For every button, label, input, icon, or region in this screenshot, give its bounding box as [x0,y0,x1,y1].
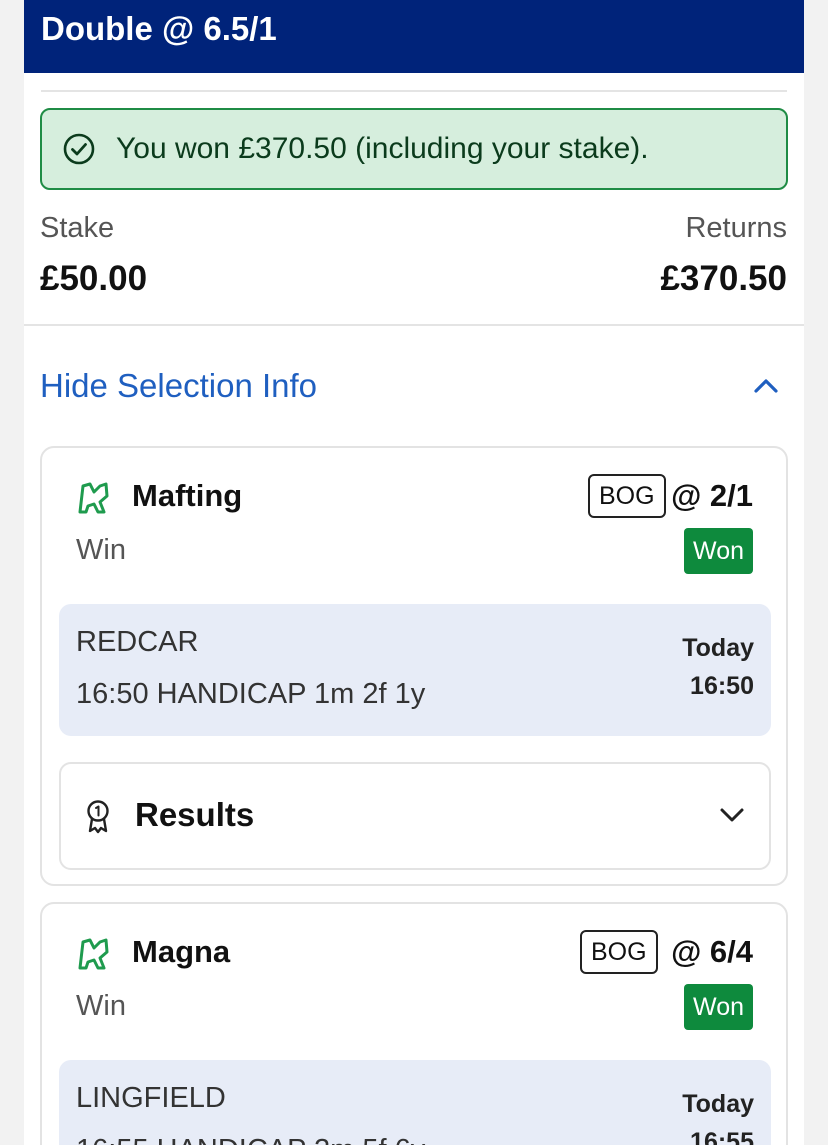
event-day: Today [682,634,754,662]
status-badge: Won [684,984,753,1030]
results-label: Results [135,796,255,833]
runner-name: Mafting [132,478,243,513]
venue-name: REDCAR [76,626,199,658]
venue-name: LINGFIELD [76,1082,226,1114]
stake-label: Stake [40,212,115,244]
selection-odds: @ 6/4 [671,934,753,969]
divider [24,324,804,326]
bet-type: Win [76,534,126,566]
event-time: 16:55 [690,1128,754,1145]
race-name: 16:50 HANDICAP 1m 2f 1y [76,678,426,710]
check-circle-icon [63,133,95,165]
selection-card: Mafting BOG @ 2/1 Win Won REDCAR 16:50 H… [40,446,788,886]
event-day: Today [682,1090,754,1118]
rosette-icon [87,800,109,834]
runner-name: Magna [132,934,231,969]
event-time: 16:50 [690,672,754,700]
chevron-up-icon [754,379,778,393]
event-info: LINGFIELD 16:55 HANDICAP 2m 5f 6y Today … [59,1060,771,1145]
selection-card: Magna BOG @ 6/4 Win Won LINGFIELD 16:55 … [40,902,788,1145]
chevron-down-icon [720,808,744,822]
event-info: REDCAR 16:50 HANDICAP 1m 2f 1y Today 16:… [59,604,771,736]
bet-detail-panel: Double @ 6.5/1 You won £370.50 (includin… [24,0,804,1145]
bog-badge: BOG [580,930,658,974]
divider [41,90,787,92]
returns-value: £370.50 [660,259,787,298]
win-banner: You won £370.50 (including your stake). [40,108,788,190]
selection-odds: @ 2/1 [671,478,753,513]
bog-badge: BOG [588,474,666,518]
bet-header: Double @ 6.5/1 [24,0,804,73]
stake-value: £50.00 [40,259,148,298]
win-message: You won £370.50 (including your stake). [116,132,649,165]
returns-label: Returns [685,212,787,244]
status-badge: Won [684,528,753,574]
hide-selection-info-label: Hide Selection Info [40,367,318,404]
horse-racing-icon [78,938,109,970]
bet-title: Double @ 6.5/1 [41,10,277,47]
race-name: 16:55 HANDICAP 2m 5f 6y [76,1134,425,1145]
bet-type: Win [76,990,126,1022]
horse-racing-icon [78,482,109,514]
hide-selection-info-toggle[interactable]: Hide Selection Info [40,362,786,410]
results-expander[interactable]: Results [59,762,771,870]
